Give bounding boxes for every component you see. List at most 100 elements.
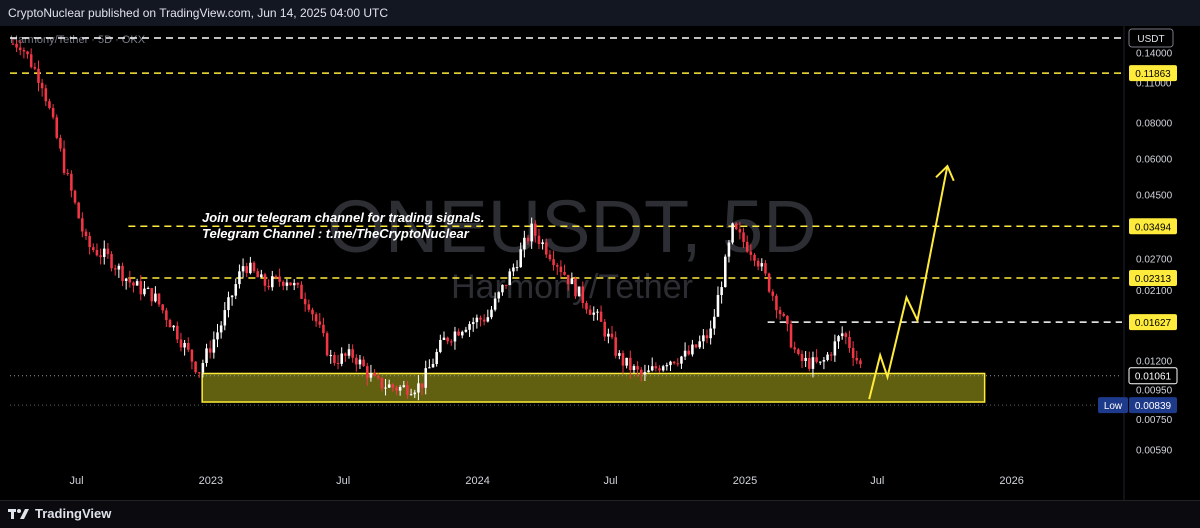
candle-body — [734, 223, 738, 230]
candle-body — [457, 331, 460, 336]
candle-body — [570, 278, 574, 285]
candle-body — [818, 361, 822, 363]
candle-body — [694, 344, 698, 348]
candle-body — [647, 370, 650, 373]
candle-body — [369, 372, 373, 378]
candle-body — [325, 333, 329, 356]
candle-body — [738, 229, 742, 233]
candle-body — [775, 295, 778, 311]
candle-body — [263, 274, 267, 286]
candle-body — [289, 282, 292, 286]
candle-body — [756, 260, 760, 267]
candle-body — [435, 351, 438, 364]
candle-body — [658, 368, 661, 371]
candle-body — [639, 369, 643, 375]
candle-body — [365, 366, 369, 378]
candle-body — [826, 354, 829, 360]
x-tick-label: Jul — [69, 475, 83, 487]
x-tick-label: 2026 — [999, 475, 1023, 487]
candle-body — [22, 50, 26, 52]
candle-body — [314, 314, 318, 322]
candle-body — [274, 276, 278, 278]
candle-body — [450, 341, 453, 343]
candle-body — [596, 311, 599, 313]
candle-body — [406, 385, 409, 395]
candle-body — [764, 263, 767, 274]
candle-body — [577, 286, 581, 297]
candle-body — [428, 367, 431, 369]
candle-body — [81, 218, 84, 232]
candle-body — [51, 108, 55, 118]
candle-body — [566, 274, 570, 285]
candle-body — [691, 344, 694, 355]
candle-body — [716, 295, 720, 317]
candle-body — [621, 353, 625, 366]
candle-body — [793, 347, 796, 350]
x-tick-label: 2023 — [199, 475, 223, 487]
candle-body — [650, 366, 654, 371]
candle-body — [113, 268, 117, 270]
candle-body — [318, 321, 322, 325]
candle-body — [260, 274, 263, 278]
candle-body — [698, 341, 701, 348]
candle-body — [380, 377, 384, 389]
candle-body — [161, 304, 164, 311]
candle-body — [267, 285, 270, 288]
candle-body — [727, 242, 731, 257]
candle-body — [33, 67, 37, 69]
candle-body — [77, 202, 80, 219]
candle-body — [219, 325, 223, 333]
candle-body — [829, 354, 833, 356]
candle-body — [778, 310, 782, 314]
candle-body — [541, 242, 544, 245]
candle-body — [333, 355, 336, 363]
candle-body — [197, 372, 201, 374]
candle-body — [395, 387, 398, 391]
tradingview-logo[interactable]: TradingView — [8, 506, 111, 521]
candle-body — [92, 247, 95, 250]
candle-body — [11, 43, 15, 45]
candle-body — [808, 358, 811, 369]
candle-body — [296, 283, 300, 285]
candle-body — [837, 336, 840, 342]
candle-body — [150, 288, 154, 302]
candle-body — [95, 249, 99, 256]
candle-body — [424, 368, 427, 388]
candle-body — [460, 331, 464, 336]
candle-body — [654, 366, 658, 369]
candle-body — [490, 309, 493, 318]
currency-label: USDT — [1137, 34, 1164, 45]
candle-body — [73, 190, 77, 203]
candle-body — [183, 342, 186, 348]
candle-body — [851, 348, 855, 358]
candle-body — [680, 356, 683, 364]
candle-body — [585, 303, 588, 310]
x-tick-label: Jul — [604, 475, 618, 487]
candle-body — [643, 372, 647, 375]
candle-body — [139, 281, 143, 295]
candle-body — [822, 359, 826, 362]
y-tick-label: 0.06000 — [1136, 155, 1173, 166]
candle-body — [497, 292, 501, 299]
candle-body — [439, 339, 442, 352]
low-price-label: 0.00839 — [1135, 401, 1172, 412]
candle-body — [760, 263, 764, 267]
candle-body — [504, 284, 508, 286]
candle-body — [519, 249, 522, 268]
y-tick-label: 0.04500 — [1136, 191, 1173, 202]
candle-body — [227, 297, 230, 311]
candle-body — [88, 236, 91, 248]
candle-body — [800, 353, 804, 361]
candle-body — [804, 358, 807, 361]
candle-body — [241, 266, 245, 272]
x-tick-label: 2025 — [733, 475, 757, 487]
candle-body — [614, 337, 617, 356]
candle-body — [165, 310, 168, 321]
candle-body — [523, 237, 526, 250]
candle-body — [526, 237, 530, 242]
candle-body — [672, 361, 676, 364]
candle-body — [281, 281, 285, 286]
candle-body — [468, 324, 471, 330]
candlestick-chart[interactable]: Harmony/Tether · 5D · OKX ONEUSDT, 5D Ha… — [0, 0, 1200, 527]
candle-body — [840, 333, 844, 337]
